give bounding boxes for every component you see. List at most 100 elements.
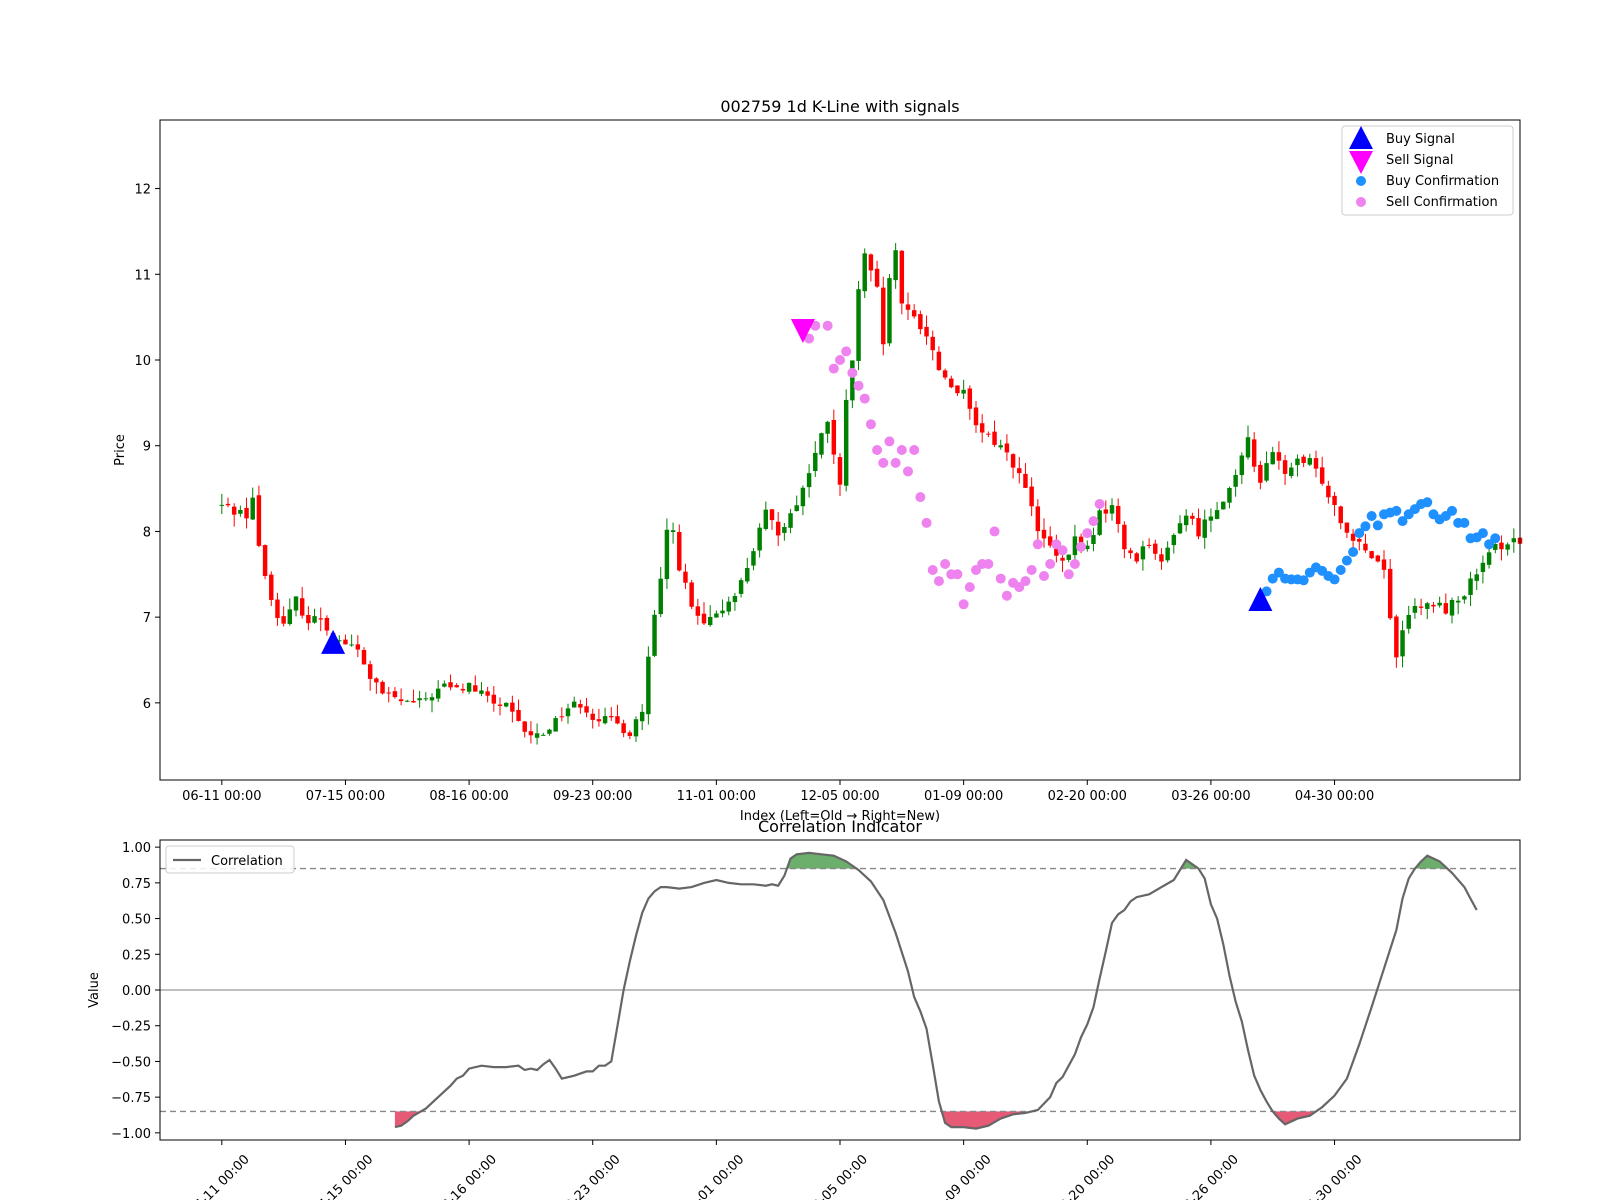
sell-confirmation-point bbox=[915, 492, 926, 503]
candle-body bbox=[1344, 522, 1350, 533]
candle-body bbox=[986, 433, 991, 435]
candle-body bbox=[732, 595, 738, 603]
candle-body bbox=[1122, 524, 1127, 550]
candle-body bbox=[1214, 510, 1220, 519]
candle-body bbox=[1004, 443, 1010, 453]
correlation-y-tick-label: 0.75 bbox=[122, 877, 151, 892]
candle-body bbox=[664, 529, 670, 580]
candle-body bbox=[1406, 614, 1411, 629]
sell-confirmation-point bbox=[1069, 559, 1080, 569]
candle-body bbox=[553, 718, 558, 732]
candle-body bbox=[949, 378, 954, 388]
candle-body bbox=[349, 644, 354, 646]
candle-body bbox=[1245, 437, 1251, 458]
sell-confirmation-point bbox=[1032, 539, 1043, 550]
candle-body bbox=[491, 694, 497, 704]
correlation-y-tick-label: −0.25 bbox=[111, 1020, 151, 1035]
kline-x-tick-label: 02-20 00:00 bbox=[1048, 789, 1127, 804]
candle-body bbox=[1233, 474, 1238, 487]
candle-body bbox=[343, 639, 348, 645]
correlation-legend: Correlation bbox=[165, 845, 295, 874]
buy-confirmation-point bbox=[1341, 555, 1352, 566]
candle-body bbox=[578, 704, 583, 708]
buy-confirmation-point bbox=[1366, 511, 1377, 521]
candle-body bbox=[887, 278, 892, 344]
candle-body bbox=[466, 682, 472, 692]
candle-body bbox=[584, 706, 589, 713]
sell-confirmation-point bbox=[989, 526, 1000, 537]
candle-body bbox=[293, 596, 299, 611]
candle-body bbox=[1400, 630, 1405, 657]
correlation-title: Correlation Indicator bbox=[758, 817, 922, 836]
candle-body bbox=[1319, 467, 1325, 484]
candle-body bbox=[1307, 458, 1313, 465]
candle-body bbox=[1115, 505, 1121, 525]
candle-body bbox=[955, 385, 960, 394]
buy-confirmation-point bbox=[1335, 565, 1346, 575]
candle-body bbox=[856, 289, 861, 361]
candle-body bbox=[1375, 555, 1381, 562]
candle-body bbox=[813, 452, 818, 472]
candle-body bbox=[571, 701, 577, 708]
correlation-y-tick-label: 0.00 bbox=[122, 984, 151, 999]
correlation-y-tick-label: 1.00 bbox=[122, 841, 151, 856]
candle-body bbox=[250, 497, 255, 520]
candle-body bbox=[275, 599, 280, 618]
candle-body bbox=[1369, 551, 1374, 559]
candle-body bbox=[324, 617, 330, 631]
candle-body bbox=[1295, 458, 1300, 466]
candle-body bbox=[794, 505, 799, 512]
candle-body bbox=[269, 574, 274, 600]
sell-confirmation-point bbox=[847, 367, 858, 378]
candle-body bbox=[806, 473, 812, 488]
candle-body bbox=[881, 287, 886, 345]
kline-x-tick-label: 07-15 00:00 bbox=[306, 789, 385, 804]
sell-confirmation-point bbox=[983, 559, 994, 569]
candle-body bbox=[1023, 473, 1028, 488]
sell-confirmation-point bbox=[927, 565, 938, 575]
candle-body bbox=[429, 697, 435, 701]
candle-body bbox=[1394, 616, 1399, 658]
candle-body bbox=[355, 644, 361, 650]
candle-body bbox=[837, 457, 843, 485]
sell-confirmation-point bbox=[940, 559, 951, 569]
buy-confirmation-legend-icon bbox=[1356, 176, 1366, 186]
candle-body bbox=[244, 507, 249, 519]
correlation-y-label: Value bbox=[87, 972, 102, 1008]
candle-body bbox=[479, 690, 484, 694]
candle-body bbox=[1289, 467, 1294, 476]
candle-body bbox=[850, 360, 855, 401]
candle-body bbox=[930, 336, 935, 351]
candle-body bbox=[862, 253, 867, 292]
sell-confirmation-point bbox=[872, 445, 883, 455]
kline-y-tick-label: 6 bbox=[143, 697, 151, 712]
buy-confirmation-point bbox=[1477, 528, 1488, 539]
sell-confirmation-point bbox=[828, 363, 839, 374]
candle-body bbox=[1486, 552, 1492, 565]
correlation-y-tick-label: 0.25 bbox=[122, 948, 151, 963]
candle-body bbox=[1190, 515, 1195, 519]
candle-body bbox=[1153, 543, 1158, 554]
candle-body bbox=[769, 509, 775, 521]
sell-confirmation-point bbox=[995, 573, 1006, 584]
candle-body bbox=[1480, 562, 1486, 572]
buy-confirmation-point bbox=[1422, 497, 1433, 508]
candle-body bbox=[361, 649, 367, 665]
candle-body bbox=[720, 610, 725, 614]
candle-body bbox=[831, 419, 837, 455]
candle-body bbox=[621, 723, 626, 734]
candle-body bbox=[1264, 463, 1269, 481]
candle-body bbox=[751, 551, 756, 566]
candle-body bbox=[646, 656, 651, 715]
candle-body bbox=[312, 616, 317, 623]
candle-body bbox=[689, 582, 694, 607]
candle-body bbox=[503, 702, 509, 707]
candle-body bbox=[893, 250, 898, 281]
candle-body bbox=[1338, 506, 1343, 524]
sell-confirmation-point bbox=[1088, 516, 1099, 527]
candle-body bbox=[652, 614, 657, 656]
buy-confirmation-point bbox=[1360, 521, 1371, 532]
kline-y-tick-label: 7 bbox=[143, 611, 151, 626]
candle-body bbox=[1091, 535, 1096, 544]
candle-body bbox=[1462, 596, 1467, 600]
